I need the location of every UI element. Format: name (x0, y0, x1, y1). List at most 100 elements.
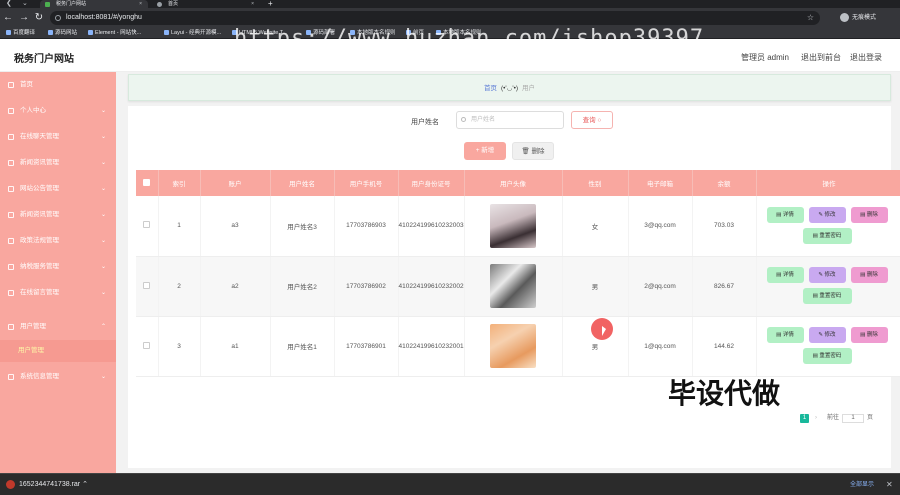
sidebar-item-home[interactable]: 首页 (0, 72, 116, 98)
reset-password-button[interactable]: ▤ 重置密码 (802, 288, 852, 304)
column-header[interactable]: 用户手机号 (334, 170, 399, 196)
bookmark-item[interactable]: Layui - 经典开源模... (164, 28, 221, 38)
bookmark-item[interactable]: 源码网站 (48, 28, 77, 38)
reset-password-button[interactable]: ▤ 重置密码 (802, 227, 852, 244)
watermark-url: https://www.huzhan.com/ishop39397 (234, 26, 705, 51)
chat-icon (8, 134, 14, 140)
search-input[interactable]: 用户姓名 (456, 111, 564, 129)
column-header[interactable]: 账户 (200, 170, 271, 196)
delete-button[interactable]: ▤ 删除 (850, 206, 888, 223)
new-tab-button[interactable]: + (268, 0, 273, 8)
column-header[interactable]: 用户头像 (464, 170, 563, 196)
sidebar-item-users[interactable]: 用户管理 ⌃ (0, 314, 116, 340)
close-download-bar-button[interactable]: ✕ (886, 478, 893, 492)
cell-gender: 女 (562, 196, 629, 257)
reset-password-button[interactable]: ▤ 重置密码 (802, 348, 852, 364)
back-to-front-link[interactable]: 退出到前台 (801, 52, 841, 63)
edit-button[interactable]: ✎ 修改 (808, 206, 846, 223)
message-icon (8, 290, 14, 296)
incognito-profile[interactable]: 无痕模式 (840, 11, 876, 25)
column-header[interactable]: 余额 (692, 170, 757, 196)
tab-main[interactable]: 税务门户网站 × (40, 0, 148, 8)
detail-button[interactable]: ▤ 详情 (766, 206, 804, 223)
tab-home[interactable]: 首页 × (152, 0, 260, 8)
query-button[interactable]: 查询 ○ (571, 111, 613, 129)
column-header[interactable]: 索引 (158, 170, 201, 196)
next-page-icon[interactable]: › (815, 415, 817, 421)
batch-delete-button[interactable]: 🗑 删除 (512, 142, 554, 160)
sidebar-item-policy[interactable]: 政策法规管理 ⌄ (0, 228, 116, 254)
sidebar-item-message[interactable]: 在线留言管理 ⌄ (0, 280, 116, 306)
reload-icon[interactable]: ↻ (33, 11, 45, 25)
back-arrow-icon[interactable]: ← (2, 11, 14, 25)
cell-index: 3 (158, 316, 201, 377)
address-bar[interactable]: localhost:8081/#/yonghu ☆ (50, 11, 820, 25)
detail-button[interactable]: ▤ 详情 (766, 267, 804, 283)
sidebar-item-news-2[interactable]: 新闻资讯管理 ⌄ (0, 202, 116, 228)
goto-page-input[interactable]: 1 (842, 414, 865, 423)
edit-button[interactable]: ✎ 修改 (808, 327, 846, 343)
sidebar-item-service[interactable]: 纳税服务管理 ⌄ (0, 254, 116, 280)
column-header[interactable]: 电子邮箱 (628, 170, 693, 196)
bookmark-item[interactable]: 百度翻译 (6, 28, 35, 38)
chevron-up-icon: ⌃ (100, 324, 106, 330)
sidebar-item-profile[interactable]: 个人中心 ⌄ (0, 98, 116, 124)
chevron-down-icon: ⌄ (100, 290, 106, 296)
column-header[interactable]: 用户身份证号 (398, 170, 465, 196)
cell-balance: 826.67 (692, 256, 757, 317)
table-header-row: 索引 账户 用户姓名 用户手机号 用户身份证号 用户头像 性别 电子邮箱 余额 … (136, 170, 900, 196)
edit-button[interactable]: ✎ 修改 (808, 267, 846, 283)
settings-icon (8, 374, 14, 380)
row-checkbox[interactable] (143, 281, 151, 289)
detail-button[interactable]: ▤ 详情 (766, 327, 804, 343)
cell-email: 3@qq.com (628, 196, 693, 257)
select-all-checkbox[interactable] (143, 178, 151, 186)
download-filename: 1652344741738.rar (19, 481, 81, 488)
main-content: 首页 (•'◡'•) 用户 用户姓名 用户姓名 查询 ○ + 新增 🗑 删除 索引 … (116, 72, 900, 473)
back-tabs-icon[interactable]: ❮ (6, 0, 12, 8)
star-icon[interactable]: ☆ (807, 11, 814, 25)
tab-search-icon[interactable]: ⌄ (22, 0, 28, 8)
add-button[interactable]: + 新增 (464, 142, 506, 160)
table-row[interactable]: 2 a2 用户姓名2 17703786902 41022419961023200… (136, 256, 900, 317)
profile-label: 无痕模式 (852, 15, 877, 21)
sidebar-item-news[interactable]: 新闻资讯管理 ⌄ (0, 150, 116, 176)
sidebar-item-system[interactable]: 系统信息管理 ⌄ (0, 364, 116, 390)
download-item[interactable]: 1652344741738.rar ⌃ (6, 478, 88, 492)
chevron-up-icon[interactable]: ⌃ (82, 481, 88, 488)
user-avatar[interactable] (490, 264, 536, 308)
sidebar: 首页 个人中心 ⌄ 在线聊天管理 ⌄ 新闻资讯管理 ⌄ 网站公告管理 ⌄ 新闻资讯管理 ⌄… (0, 72, 116, 473)
table-row[interactable]: 3 a1 用户姓名1 17703786901 41022419961023200… (136, 316, 900, 377)
policy-icon (8, 238, 14, 244)
row-checkbox[interactable] (143, 221, 151, 229)
delete-button[interactable]: ▤ 删除 (850, 327, 888, 343)
forward-arrow-icon[interactable]: → (18, 11, 30, 25)
close-icon[interactable]: × (251, 0, 254, 8)
delete-button[interactable]: ▤ 删除 (850, 267, 888, 283)
column-header[interactable]: 用户姓名 (270, 170, 335, 196)
table-row[interactable]: 1 a3 用户姓名3 17703786903 41022419961023200… (136, 196, 900, 257)
breadcrumb: 首页 (•'◡'•) 用户 (128, 74, 891, 101)
sidebar-item-notice[interactable]: 网站公告管理 ⌄ (0, 176, 116, 202)
user-icon (8, 108, 14, 114)
tab-title: 税务门户网站 (56, 1, 87, 7)
bookmark-item[interactable]: Element - 网站快... (88, 28, 141, 38)
row-checkbox[interactable] (143, 341, 151, 349)
column-header[interactable]: 性别 (562, 170, 629, 196)
cell-id-card: 410224199610232003 (398, 196, 465, 257)
user-avatar[interactable] (490, 324, 536, 368)
logout-link[interactable]: 退出登录 (850, 52, 882, 63)
close-icon[interactable]: × (139, 0, 142, 8)
breadcrumb-home[interactable]: 首页 (484, 85, 497, 92)
cell-phone: 17703786903 (334, 196, 399, 257)
breadcrumb-separator: (•'◡'•) (500, 85, 519, 92)
page-number-current[interactable]: 1 (800, 414, 809, 423)
bookmark-icon (164, 30, 169, 36)
service-icon (8, 264, 14, 270)
sidebar-subitem-users[interactable]: 用户管理 (0, 340, 116, 362)
search-placeholder: 用户姓名 (471, 117, 496, 123)
select-all-header[interactable] (136, 170, 159, 196)
sidebar-item-chat[interactable]: 在线聊天管理 ⌄ (0, 124, 116, 150)
show-all-downloads-button[interactable]: 全部显示 (850, 478, 874, 492)
user-avatar[interactable] (490, 203, 536, 248)
